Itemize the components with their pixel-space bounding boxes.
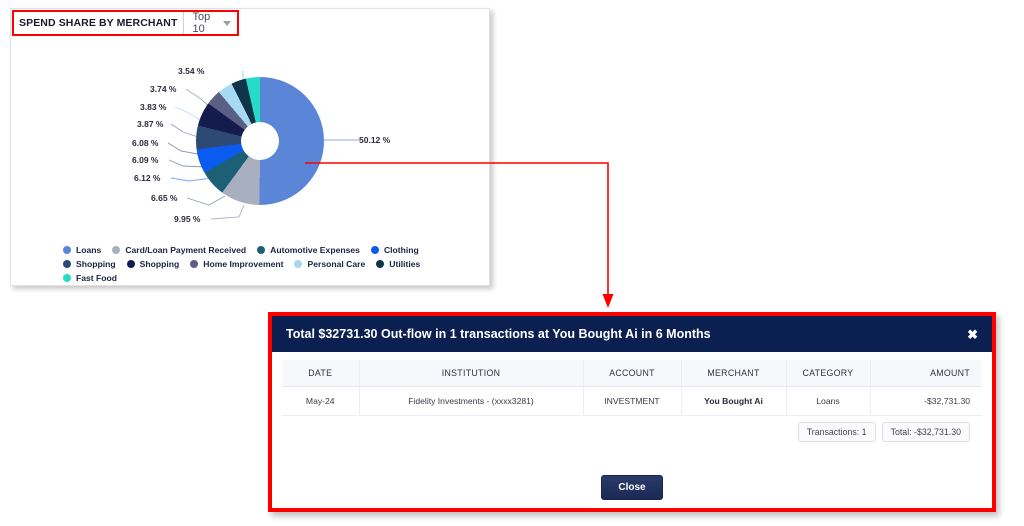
modal-title: Total $32731.30 Out-flow in 1 transactio… — [286, 327, 711, 341]
legend-swatch-icon — [257, 246, 266, 254]
legend-item-utilities[interactable]: Utilities — [376, 259, 420, 269]
cell-merchant: You Bought Ai — [680, 386, 786, 416]
modal-footer: Close — [272, 475, 992, 500]
pie-label-0: 50.12 % — [359, 135, 391, 145]
donut-center-hole — [241, 122, 279, 160]
legend-label: Home Improvement — [203, 259, 284, 269]
pie-label-8: 3.74 % — [150, 84, 177, 94]
legend-item-fast-food[interactable]: Fast Food — [63, 273, 117, 283]
legend-item-clothing[interactable]: Clothing — [370, 245, 419, 255]
legend-item-home-improvement[interactable]: Home Improvement — [190, 259, 283, 269]
cell-category: Loans — [785, 386, 870, 416]
pie-label-7: 3.83 % — [140, 102, 167, 112]
column-header-account[interactable]: ACCOUNT — [582, 360, 681, 387]
cell-date: May-24 — [282, 386, 359, 416]
legend-item-loans[interactable]: Loans — [63, 245, 101, 255]
pie-label-2: 6.65 % — [151, 193, 178, 203]
cell-account: INVESTMENT — [582, 386, 681, 416]
legend-label: Clothing — [383, 245, 419, 255]
legend-item-shopping-2[interactable]: Shopping — [126, 259, 180, 269]
legend-label: Fast Food — [76, 273, 118, 283]
legend-label: Card/Loan Payment Received — [125, 245, 247, 255]
page-title: SPEND SHARE BY MERCHANT — [19, 17, 178, 29]
chevron-down-icon — [223, 20, 231, 26]
legend-swatch-icon — [63, 246, 71, 254]
spend-share-chart-card: 50.12 % 9.95 % 6.65 % 6.12 % 6.09 % 6.08… — [10, 8, 490, 286]
widget-header-highlight: SPEND SHARE BY MERCHANT Top 10 — [12, 10, 239, 36]
legend-item-personal-care[interactable]: Personal Care — [294, 259, 365, 269]
legend-swatch-icon — [376, 260, 385, 268]
table-row[interactable]: May-24 Fidelity Investments - (xxxx3281)… — [282, 386, 982, 416]
column-header-institution[interactable]: INSTITUTION — [358, 360, 583, 387]
column-header-amount[interactable]: AMOUNT — [869, 360, 982, 387]
legend-swatch-icon — [126, 260, 135, 268]
pie-label-4: 6.09 % — [132, 155, 159, 165]
table-footer: Transactions: 1 Total: -$32,731.30 — [282, 416, 982, 442]
pie-label-9: 3.54 % — [178, 66, 205, 76]
transactions-count-chip: Transactions: 1 — [797, 422, 876, 442]
pie-label-6: 3.87 % — [137, 119, 164, 129]
cell-institution: Fidelity Investments - (xxxx3281) — [358, 386, 583, 416]
legend-swatch-icon — [63, 260, 71, 268]
legend-label: Shopping — [139, 259, 180, 269]
pie-label-5: 6.08 % — [132, 138, 159, 148]
legend-swatch-icon — [63, 274, 71, 282]
modal-header: Total $32731.30 Out-flow in 1 transactio… — [272, 316, 992, 352]
legend-item-card-loan-payment-received[interactable]: Card/Loan Payment Received — [112, 245, 246, 255]
spend-share-donut[interactable] — [196, 77, 324, 205]
legend-swatch-icon — [112, 246, 121, 254]
column-header-merchant[interactable]: MERCHANT — [680, 360, 786, 387]
pie-label-3: 6.12 % — [134, 173, 161, 183]
merchant-count-select[interactable]: Top 10 — [183, 11, 237, 35]
legend-label: Utilities — [389, 259, 421, 269]
legend-swatch-icon — [190, 260, 199, 268]
total-amount-chip: Total: -$32,731.30 — [881, 422, 970, 442]
column-header-date[interactable]: DATE — [282, 360, 359, 387]
close-button[interactable]: Close — [601, 475, 663, 500]
legend-label: Personal Care — [307, 259, 366, 269]
close-icon[interactable]: ✖ — [967, 328, 978, 341]
transactions-table: DATE INSTITUTION ACCOUNT MERCHANT CATEGO… — [282, 360, 982, 416]
chart-legend: Loans Card/Loan Payment Received Automot… — [63, 245, 463, 287]
legend-label: Automotive Expenses — [270, 245, 360, 255]
table-header-row: DATE INSTITUTION ACCOUNT MERCHANT CATEGO… — [282, 360, 982, 387]
legend-item-automotive-expenses[interactable]: Automotive Expenses — [257, 245, 360, 255]
pie-label-1: 9.95 % — [174, 214, 201, 224]
transaction-detail-modal: Total $32731.30 Out-flow in 1 transactio… — [268, 312, 996, 512]
cell-amount: -$32,731.30 — [869, 386, 982, 416]
legend-swatch-icon — [294, 260, 303, 268]
legend-swatch-icon — [370, 246, 379, 254]
merchant-count-value: Top 10 — [192, 11, 211, 35]
legend-label: Shopping — [76, 259, 116, 269]
legend-label: Loans — [76, 245, 102, 255]
legend-item-shopping-1[interactable]: Shopping — [63, 259, 116, 269]
modal-body: DATE INSTITUTION ACCOUNT MERCHANT CATEGO… — [272, 352, 992, 442]
column-header-category[interactable]: CATEGORY — [785, 360, 870, 387]
